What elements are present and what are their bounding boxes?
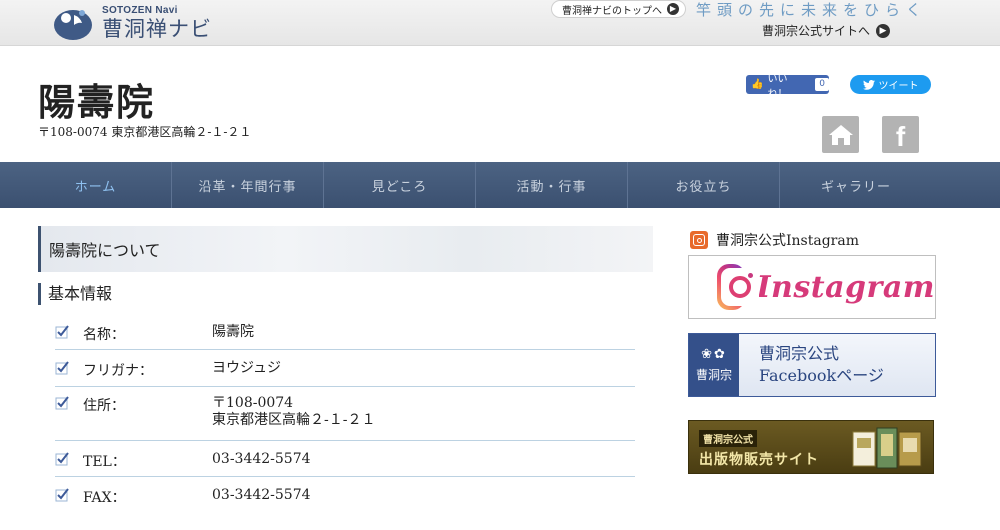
pub-banner-top-label: 曹洞宗公式: [699, 430, 757, 447]
logo-title: 曹洞禅ナビ: [102, 17, 212, 41]
table-row: フリガナ： ヨウジュジ: [55, 350, 635, 387]
info-value: 〒108-0074 東京都港区高輪２-１-２１: [212, 395, 635, 429]
twitter-bird-icon: [862, 79, 875, 90]
info-label: フリガナ：: [83, 363, 153, 379]
nav-item-useful-info[interactable]: お役立ち: [628, 162, 780, 208]
tagline: 竿頭の先に未来をひらく: [696, 1, 928, 19]
subsection-title: 基本情報: [38, 283, 112, 305]
top-bar: SOTOZEN Navi 曹洞禅ナビ 曹洞禅ナビのトップへ ▶ 竿頭の先に未来を…: [0, 0, 1000, 46]
facebook-button[interactable]: f: [882, 116, 919, 153]
facebook-like-button[interactable]: 👍 いいね！ 0: [746, 74, 829, 100]
checkbox-icon: [55, 325, 69, 339]
info-table: 名称： 陽壽院 フリガナ： ヨウジュジ 住所： 〒108-0074 東京都港区高…: [55, 314, 635, 513]
nav-item-highlights[interactable]: 見どころ: [324, 162, 476, 208]
address-line-1: 〒108-0074: [212, 395, 294, 411]
books-icon: [852, 427, 922, 469]
tweet-label: ツイート: [878, 81, 919, 92]
instagram-heading-label: 曹洞宗公式Instagram: [716, 233, 859, 249]
site-logo[interactable]: SOTOZEN Navi 曹洞禅ナビ: [52, 2, 212, 44]
nav-item-activities[interactable]: 活動・行事: [476, 162, 628, 208]
sotozen-logo-icon: [54, 10, 92, 40]
main-nav: ホーム 沿革・年間行事 見どころ 活動・行事 お役立ち ギャラリー: [0, 162, 1000, 208]
instagram-logo-icon: [717, 264, 759, 310]
instagram-banner[interactable]: Instagram: [688, 255, 936, 319]
instagram-icon: [690, 231, 708, 249]
checkbox-icon: [55, 488, 69, 502]
facebook-icon: f: [895, 120, 906, 152]
sotoshu-badge: ❀✿ 曹洞宗: [689, 334, 739, 396]
crest-icon: ❀✿: [701, 347, 727, 362]
logo-small-text: SOTOZEN Navi: [102, 5, 178, 16]
badge-label: 曹洞宗: [695, 368, 732, 382]
navi-top-link[interactable]: 曹洞禅ナビのトップへ ▶: [551, 0, 686, 18]
nav-item-gallery[interactable]: ギャラリー: [780, 162, 932, 208]
page-address: 〒108-0074 東京都港区高輪２-１-２１: [38, 125, 252, 139]
home-button[interactable]: [822, 116, 859, 153]
home-icon: [828, 124, 853, 145]
section-title: 陽壽院について: [38, 226, 653, 272]
nav-item-history[interactable]: 沿革・年間行事: [172, 162, 324, 208]
facebook-banner-line2: Facebookページ: [759, 366, 884, 385]
publication-shop-banner[interactable]: 曹洞宗公式 出版物販売サイト: [688, 420, 934, 474]
info-value: 03-3442-5574: [212, 487, 311, 503]
info-value: 03-3442-5574: [212, 451, 311, 467]
info-label: 名称：: [83, 327, 125, 343]
info-label: TEL：: [83, 454, 126, 470]
like-count: 0: [815, 78, 829, 91]
checkbox-icon: [55, 396, 69, 410]
checkbox-icon: [55, 452, 69, 466]
instagram-wordmark: Instagram: [756, 269, 935, 305]
like-label: いいね！: [767, 73, 788, 100]
instagram-heading: 曹洞宗公式Instagram: [690, 230, 859, 250]
navi-top-link-label: 曹洞禅ナビのトップへ: [562, 5, 662, 17]
facebook-page-banner[interactable]: ❀✿ 曹洞宗 曹洞宗公式 Facebookページ: [688, 333, 936, 397]
table-row: 住所： 〒108-0074 東京都港区高輪２-１-２１: [55, 387, 635, 441]
table-row: TEL： 03-3442-5574: [55, 441, 635, 477]
info-label: 住所：: [83, 398, 125, 414]
pub-banner-main-label: 出版物販売サイト: [699, 452, 819, 468]
address-line-2: 東京都港区高輪２-１-２１: [212, 412, 376, 428]
info-label: FAX：: [83, 490, 126, 506]
arrow-right-icon: ▶: [667, 3, 679, 15]
tweet-button[interactable]: ツイート: [850, 75, 931, 94]
info-value: ヨウジュジ: [212, 360, 282, 376]
table-row: 名称： 陽壽院: [55, 314, 635, 350]
info-value: 陽壽院: [212, 324, 254, 340]
page-title: 陽壽院: [38, 80, 155, 124]
official-site-link-label: 曹洞宗公式サイトへ: [762, 24, 871, 38]
table-row: FAX： 03-3442-5574: [55, 477, 635, 513]
arrow-right-icon: ▶: [876, 23, 891, 38]
checkbox-icon: [55, 361, 69, 375]
official-site-link[interactable]: 曹洞宗公式サイトへ ▶: [762, 22, 891, 39]
nav-item-home[interactable]: ホーム: [20, 162, 172, 208]
facebook-banner-line1: 曹洞宗公式: [759, 344, 840, 363]
thumbs-up-icon: 👍: [751, 79, 764, 90]
